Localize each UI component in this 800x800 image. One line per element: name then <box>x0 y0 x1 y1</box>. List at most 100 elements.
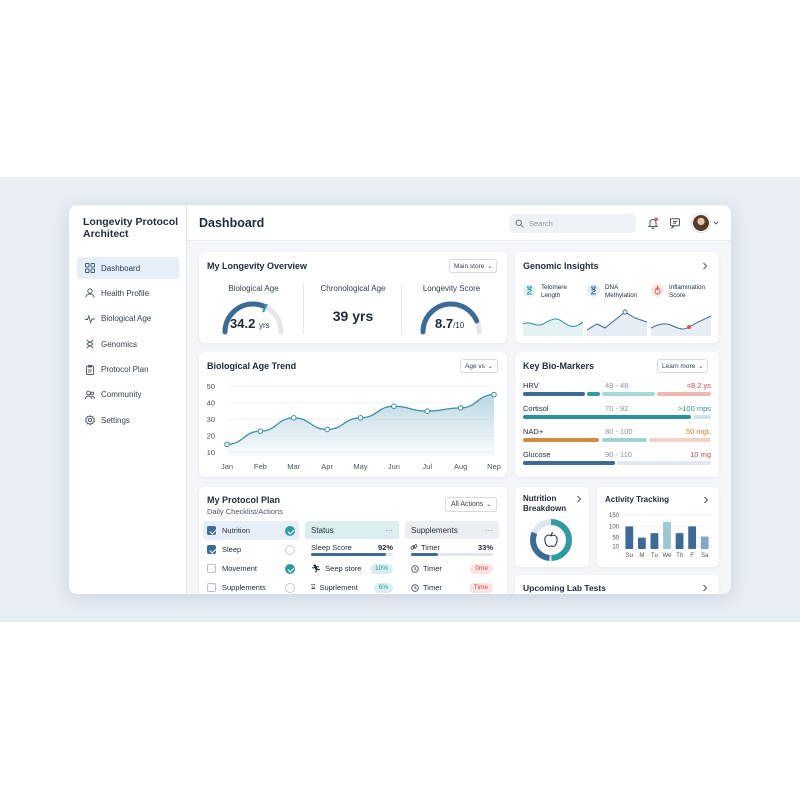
overview-dropdown[interactable]: Main store ⌄ <box>449 259 498 273</box>
grid-icon <box>85 263 95 273</box>
sidebar-item-protocol-plan[interactable]: Protocol Plan <box>77 359 179 381</box>
biomarker-row-hrv[interactable]: HRV 48 - 48 <8.2 ys <box>523 381 711 403</box>
methylation-sparkline <box>587 309 647 336</box>
checklist-item[interactable]: Sleep <box>203 540 299 559</box>
chevron-right-icon[interactable] <box>703 496 709 504</box>
sidebar-item-community[interactable]: Community <box>77 384 179 406</box>
gear-icon <box>85 415 95 426</box>
users-icon <box>85 390 95 399</box>
x-tick-label: Mar <box>287 462 300 471</box>
supplement-fill <box>411 553 439 556</box>
biomarker-row-glucose[interactable]: Glucose 90 - 110 10 mg <box>523 450 711 472</box>
clipboard-icon <box>86 364 94 375</box>
x-tick-label: Jul <box>422 462 432 471</box>
longevity-overview-card: My Longevity Overview Main store ⌄ Biolog… <box>199 252 507 343</box>
supplements-title: Supplements <box>411 525 458 535</box>
checklist-item[interactable]: Nutrition <box>203 521 299 540</box>
search-icon <box>515 219 524 228</box>
checklist-item[interactable]: Supplements <box>203 578 299 594</box>
status-row[interactable]: ⌛︎ Suprlement 6% <box>305 578 399 594</box>
supplement-row[interactable]: Timer 33% <box>405 539 499 559</box>
search-input[interactable]: Search <box>509 214 636 233</box>
chevron-right-icon[interactable] <box>702 262 708 270</box>
sidebar-item-dashboard[interactable]: Dashboard <box>77 257 179 279</box>
biomarker-row-nad[interactable]: NAD+ 80 - 100 50 mgL <box>523 427 711 449</box>
bell-icon[interactable] <box>647 217 659 229</box>
x-tick-label: Jun <box>388 462 400 471</box>
status-row[interactable]: 🏃︎ Seep store 10% <box>305 559 399 578</box>
checklist-item[interactable]: Movement <box>203 559 299 578</box>
clock-icon <box>411 564 419 573</box>
checkbox[interactable] <box>207 526 216 535</box>
inflammation-panel[interactable]: Inflammation Score <box>651 284 713 340</box>
more-icon[interactable]: ··· <box>485 526 493 535</box>
status-tag: 6% <box>373 582 393 593</box>
chronological-age-label: Chronological Age <box>320 284 386 293</box>
biomarker-row-cortisol[interactable]: Cortisol 70 - 92 >100 mps <box>523 404 711 426</box>
telomere-panel[interactable]: Telomere Length <box>523 284 585 340</box>
card-title: My Longevity Overview <box>207 261 308 271</box>
sidebar-item-biological-age[interactable]: Biological Age <box>77 308 179 330</box>
avatar[interactable] <box>692 214 710 232</box>
y-tick-label: 40 <box>207 398 215 407</box>
y-tick-label: 50 <box>207 382 215 391</box>
more-icon[interactable]: ··· <box>385 526 393 535</box>
inflammation-sparkline <box>651 315 711 336</box>
supplement-row[interactable]: Timer Time <box>405 578 499 594</box>
sidebar-item-settings[interactable]: Settings <box>77 409 179 431</box>
nutrition-donut <box>530 519 572 561</box>
biomarker-bar <box>523 461 615 465</box>
trend-area <box>227 394 494 456</box>
done-indicator <box>285 582 295 593</box>
app-title: Longevity Protocol Architect <box>83 216 179 240</box>
biomarker-bar <box>649 438 711 442</box>
chevron-down-icon: ⌄ <box>486 502 492 508</box>
biomarker-value: 50 mgL <box>685 427 711 436</box>
checkbox[interactable] <box>207 583 216 592</box>
biomarker-bar <box>523 392 585 396</box>
biomarker-range: 90 - 110 <box>605 450 632 459</box>
biomarker-bar <box>587 392 600 396</box>
sleep-score-value: 92% <box>377 543 393 552</box>
y-tick-label: 10 <box>207 448 215 457</box>
apple-icon <box>544 532 558 547</box>
chevron-right-icon[interactable] <box>702 584 708 592</box>
dropdown-label: All Actions <box>451 501 484 508</box>
checklist: Nutrition Sleep Movement Supplements <box>203 521 299 594</box>
checkbox[interactable] <box>207 564 216 573</box>
card-title: Key Bio-Markers <box>523 361 595 371</box>
biomarker-bar <box>657 392 711 396</box>
y-tick-label: 150 <box>609 513 620 519</box>
top-bar: Dashboard Search <box>187 205 731 241</box>
biomarker-bar <box>602 392 655 396</box>
day-label: Tu <box>651 553 658 559</box>
sidebar-item-genomics[interactable]: Genomics <box>77 333 179 355</box>
sidebar-item-health-profile[interactable]: Health Profile <box>77 282 179 304</box>
supplement-row[interactable]: Timer 0me <box>405 559 499 578</box>
upcoming-lab-tests-card[interactable]: Upcoming Lab Tests <box>515 575 719 594</box>
day-label: M <box>639 553 644 559</box>
checkbox[interactable] <box>207 545 216 554</box>
done-indicator <box>285 563 295 574</box>
chevron-down-icon[interactable] <box>713 220 719 226</box>
chevron-right-icon[interactable] <box>576 495 582 503</box>
biomarker-name: Cortisol <box>523 404 549 413</box>
trend-dropdown[interactable]: Age vs ⌄ <box>460 359 498 373</box>
status-header: Status ··· <box>305 521 399 539</box>
y-tick-label: 20 <box>207 432 215 441</box>
checklist-label: Sleep <box>222 545 242 554</box>
activity-tracking-card[interactable]: Activity Tracking 150 100 50 10 Su M Tu We Th F Sa <box>597 487 719 567</box>
data-point <box>324 426 330 433</box>
hourglass-icon <box>587 284 600 297</box>
activity-bar <box>675 533 684 549</box>
message-icon[interactable] <box>669 217 681 229</box>
activity-bar <box>625 526 634 549</box>
all-actions-dropdown[interactable]: All Actions ⌄ <box>445 497 498 512</box>
learn-more-dropdown[interactable]: Learn more ⌄ <box>657 359 709 373</box>
telomere-sparkline <box>523 318 583 336</box>
dna-methylation-panel[interactable]: DNA Methylation <box>587 284 649 340</box>
nutrition-breakdown-card[interactable]: Nutrition Breakdown <box>515 487 589 567</box>
supplement-track <box>411 553 493 556</box>
supplement-value: 33% <box>477 543 493 552</box>
pulse-icon <box>85 314 95 324</box>
